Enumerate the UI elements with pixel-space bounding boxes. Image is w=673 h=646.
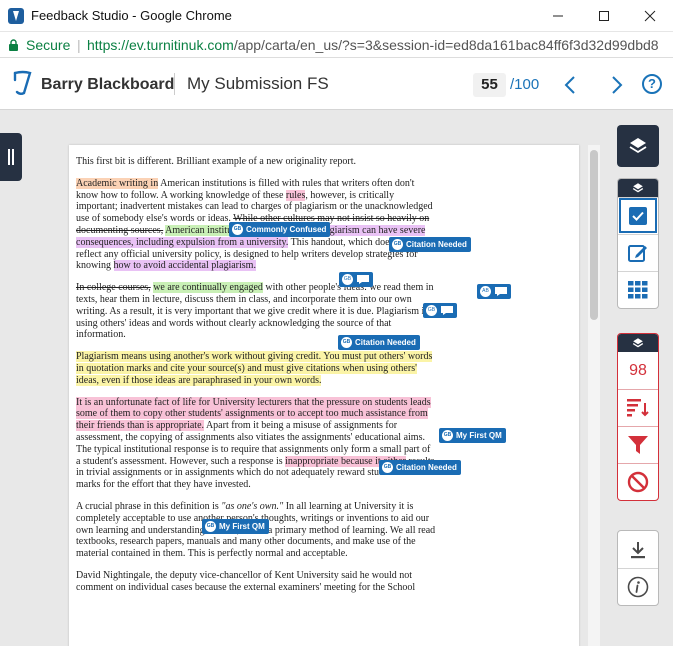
quickmark-label: My First QM [456,431,502,440]
quickmark-label: My First QM [219,522,265,531]
grid-icon [628,281,648,299]
match-yellow[interactable]: Plagiarism means using another's work wi… [76,351,433,386]
document-tools-group [617,530,659,606]
close-icon [644,10,656,22]
paragraph-3: In college courses, we are continually e… [76,282,436,341]
side-drawer-handle[interactable] [0,133,22,181]
match-green[interactable]: we are continually engaged [153,282,263,294]
secure-label: Secure [26,37,71,53]
match-orange[interactable]: Academic writing in [76,177,159,189]
text-run: A working knowledge of these [158,189,286,201]
grade-total: /100 [510,76,540,93]
handle-grip-line [8,149,10,165]
match-overview-button[interactable] [618,389,658,426]
layers-icon [632,183,644,193]
submission-info-button[interactable] [618,568,658,605]
info-icon [627,576,649,598]
grading-layer-header[interactable] [618,179,658,197]
quickmark-label: Citation Needed [406,240,467,249]
checkbox-checked-icon [629,207,647,225]
filter-icon [628,436,648,454]
paragraph-4: Plagiarism means using another's work wi… [76,351,436,386]
quickmark-icon: GB [442,430,453,441]
address-bar[interactable]: Secure | https://ev.turnitinuk.com/app/c… [0,32,673,58]
layers-icon [629,138,647,154]
similarity-layer-header[interactable] [618,334,658,352]
scrollbar-thumb[interactable] [590,150,598,320]
similarity-score-button[interactable]: 98 [618,352,658,389]
quickmark-toggle-button[interactable] [618,197,658,234]
block-icon [627,471,649,493]
quickmark-label: Citation Needed [355,338,416,347]
paragraph-5: It is an unfortunate fact of life for Un… [76,396,436,491]
window-title: Feedback Studio - Google Chrome [31,8,232,23]
document-workspace: This first bit is different. Brilliant e… [0,110,673,646]
sort-bars-icon [627,399,649,417]
submission-title: My Submission FS [187,74,329,93]
previous-submission-icon[interactable] [563,75,577,95]
quickmark-icon: GB [342,274,353,285]
edit-icon [628,245,647,262]
comment-bubble-icon [495,287,507,296]
maximize-icon [599,11,609,21]
quickmark-label: Citation Needed [396,463,457,472]
quickmark-icon: GB [392,239,403,250]
quickmark-commonly-confused[interactable]: GB Commonly Confused [229,222,331,237]
minimize-button[interactable] [535,0,581,32]
quickmark-icon: GB [426,305,437,316]
help-button[interactable]: ? [642,74,662,94]
next-submission-icon[interactable] [610,75,624,95]
feedback-summary-button[interactable] [618,234,658,271]
minimize-icon [553,15,563,17]
comment-flag[interactable]: GB [339,272,373,287]
close-button[interactable] [627,0,673,32]
app-header: Barry Blackboard My Submission FS 55 /10… [0,58,673,110]
quickmark-icon: GB [382,462,393,473]
address-separator: | [77,37,81,53]
similarity-tools-group: 98 [617,333,659,501]
match-pink[interactable]: rules [285,189,306,201]
comment-flag[interactable]: GB [423,303,457,318]
quickmark-label: Commonly Confused [246,225,327,234]
window-title-bar: Feedback Studio - Google Chrome [0,0,673,32]
url-path: /app/carta/en_us/?s=3&session-id=ed8da16… [233,37,659,53]
text-run: A crucial phrase in this definition is [76,500,222,512]
quickmark-my-first-qm[interactable]: GB My First QM [202,519,269,534]
header-divider [174,73,175,95]
layers-button[interactable] [617,125,659,167]
similarity-score: 98 [629,361,647,379]
strikethrough-text: In college courses, [76,282,151,294]
paragraph-1: This first bit is different. Brilliant e… [76,156,357,167]
match-purple[interactable]: how to avoid accidental plagiarism. [113,260,256,272]
quickmark-icon: AB [480,286,491,297]
maximize-button[interactable] [581,0,627,32]
layers-icon [632,338,644,348]
quickmark-citation-needed[interactable]: GB Citation Needed [338,335,420,350]
comment-flag[interactable]: AB [477,284,511,299]
quickmark-citation-needed[interactable]: GB Citation Needed [379,460,461,475]
feedback-studio-logo-icon [13,70,32,95]
quickmark-my-first-qm[interactable]: GB My First QM [439,428,506,443]
paragraph-7: David Nightingale, the deputy vice-chanc… [76,569,416,593]
comment-bubble-icon [357,275,369,284]
download-button[interactable] [618,531,658,568]
url-text[interactable]: https://ev.turnitinuk.com/app/carta/en_u… [87,37,667,53]
grading-tools-group [617,178,659,309]
feedback-studio-app-icon [8,8,24,24]
quickmark-icon: GB [232,224,243,235]
lock-icon [9,39,18,51]
handle-grip-line [12,149,14,165]
rubric-button[interactable] [618,271,658,308]
download-icon [631,541,645,558]
user-name: Barry Blackboard [41,76,175,93]
url-host: https://ev.turnitinuk.com [87,37,234,53]
quickmark-citation-needed[interactable]: GB Citation Needed [389,237,471,252]
filter-button[interactable] [618,426,658,463]
comment-bubble-icon [441,306,453,315]
excluded-sources-button[interactable] [618,463,658,500]
quickmark-icon: GB [205,521,216,532]
quickmark-icon: GB [341,337,352,348]
grade-score-input[interactable]: 55 [473,73,506,97]
italic-text: "as one's own." [221,500,284,512]
